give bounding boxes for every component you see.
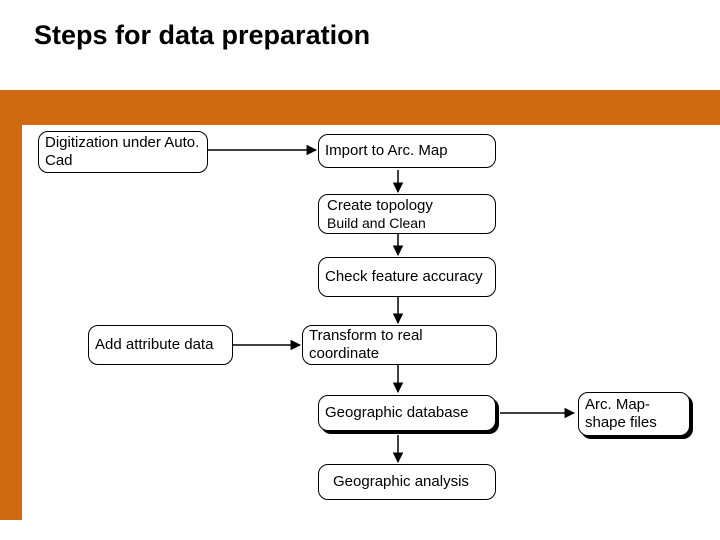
node-label: Digitization under Auto. Cad (45, 134, 201, 170)
slide: Steps for data preparation Digitization … (0, 0, 720, 540)
node-label: Check feature accuracy (325, 268, 489, 286)
node-shape-files: Arc. Map-shape files (578, 392, 690, 436)
node-add-attribute: Add attribute data (88, 325, 233, 365)
node-topology: Create topology Build and Clean (318, 194, 496, 234)
node-label: Transform to real coordinate (309, 327, 490, 363)
node-label: Geographic database (325, 404, 489, 422)
node-check: Check feature accuracy (318, 257, 496, 297)
node-sublabel: Build and Clean (327, 215, 487, 232)
node-geodb: Geographic database (318, 395, 496, 431)
node-label: Create topology (327, 197, 487, 215)
slide-title: Steps for data preparation (34, 20, 370, 51)
node-analysis: Geographic analysis (318, 464, 496, 500)
node-import: Import to Arc. Map (318, 134, 496, 168)
node-label: Import to Arc. Map (325, 142, 489, 160)
node-label: Arc. Map-shape files (585, 396, 683, 432)
node-label: Add attribute data (95, 336, 226, 354)
node-digitization: Digitization under Auto. Cad (38, 131, 208, 173)
node-transform: Transform to real coordinate (302, 325, 497, 365)
node-label: Geographic analysis (333, 473, 489, 491)
top-bar (0, 90, 720, 125)
side-bar (0, 90, 22, 520)
